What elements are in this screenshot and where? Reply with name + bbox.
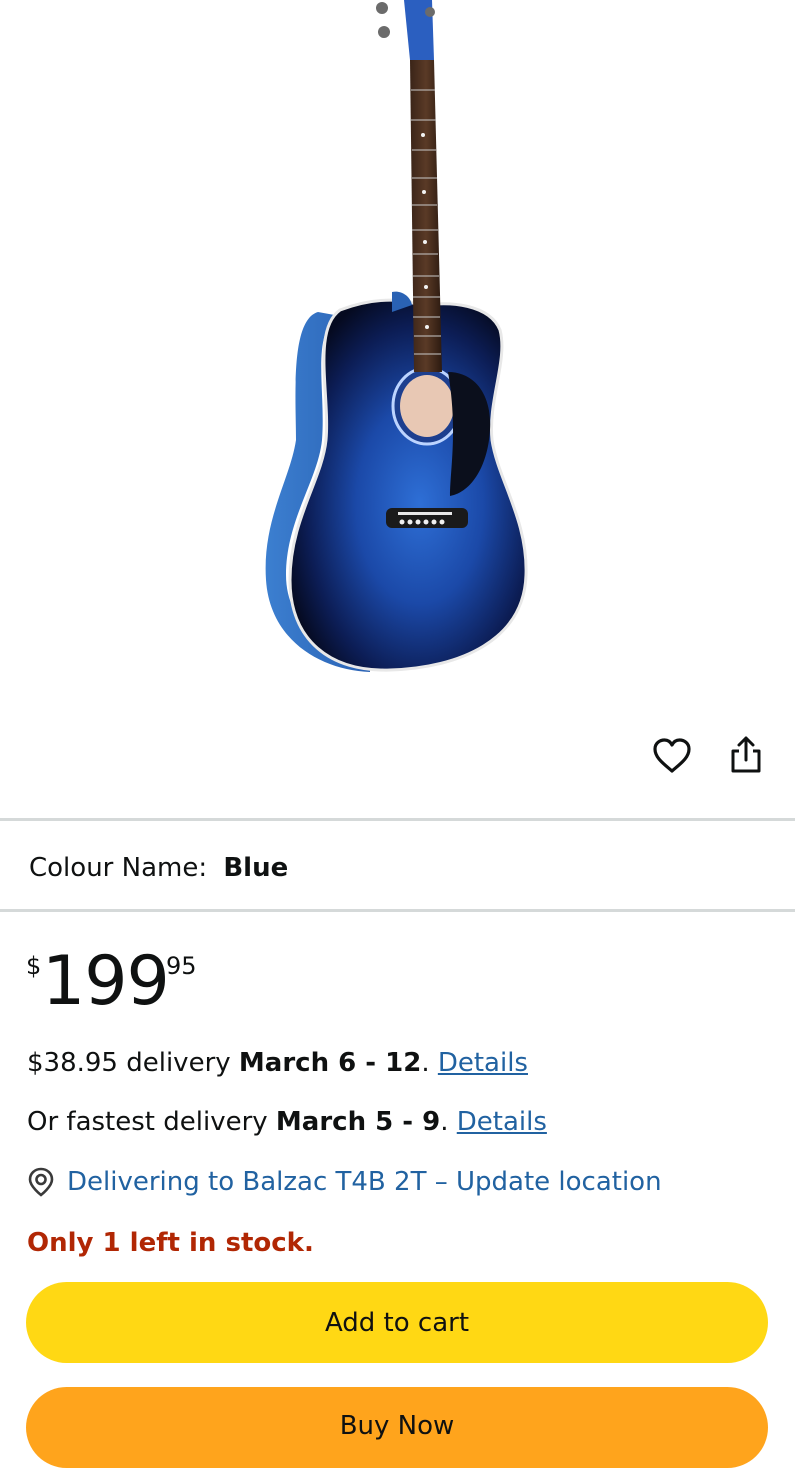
guitar-image <box>265 0 528 672</box>
update-location-link[interactable]: Delivering to Balzac T4B 2T – Update loc… <box>67 1164 662 1200</box>
share-button[interactable] <box>722 730 770 778</box>
add-to-cart-label: Add to cart <box>324 1307 470 1338</box>
colour-selector: Colour Name: Blue <box>29 850 288 886</box>
buy-now-label: Buy Now <box>339 1411 455 1441</box>
price-symbol: $ <box>26 952 42 980</box>
colour-value: Blue <box>223 853 289 883</box>
divider <box>0 818 795 821</box>
heart-icon <box>653 738 691 773</box>
fastest-delivery: Or fastest delivery March 5 - 9. Details <box>27 1107 547 1137</box>
standard-delivery: $38.95 delivery March 6 - 12. Details <box>27 1048 528 1078</box>
location-pin-icon <box>28 1167 54 1197</box>
add-to-cart-button[interactable]: Add to cart <box>26 1282 768 1363</box>
price-fraction: 95 <box>166 952 197 980</box>
stock-status: Only 1 left in stock. <box>27 1228 314 1258</box>
fastest-delivery-details-link[interactable]: Details <box>457 1107 547 1137</box>
share-icon <box>731 736 761 773</box>
standard-delivery-dates: March 6 - 12 <box>238 1048 422 1078</box>
fastest-delivery-dates: March 5 - 9 <box>275 1107 441 1137</box>
colour-label: Colour Name: <box>29 853 208 883</box>
fastest-delivery-prefix: Or fastest delivery <box>27 1107 276 1137</box>
price-whole: 199 <box>42 942 170 1021</box>
wishlist-button[interactable] <box>648 732 696 780</box>
standard-delivery-prefix: $38.95 delivery <box>27 1048 239 1078</box>
standard-delivery-details-link[interactable]: Details <box>438 1048 528 1078</box>
product-image[interactable] <box>0 0 795 720</box>
buy-now-button[interactable]: Buy Now <box>26 1387 768 1468</box>
divider <box>0 909 795 912</box>
delivery-location[interactable]: Delivering to Balzac T4B 2T – Update loc… <box>27 1164 662 1200</box>
